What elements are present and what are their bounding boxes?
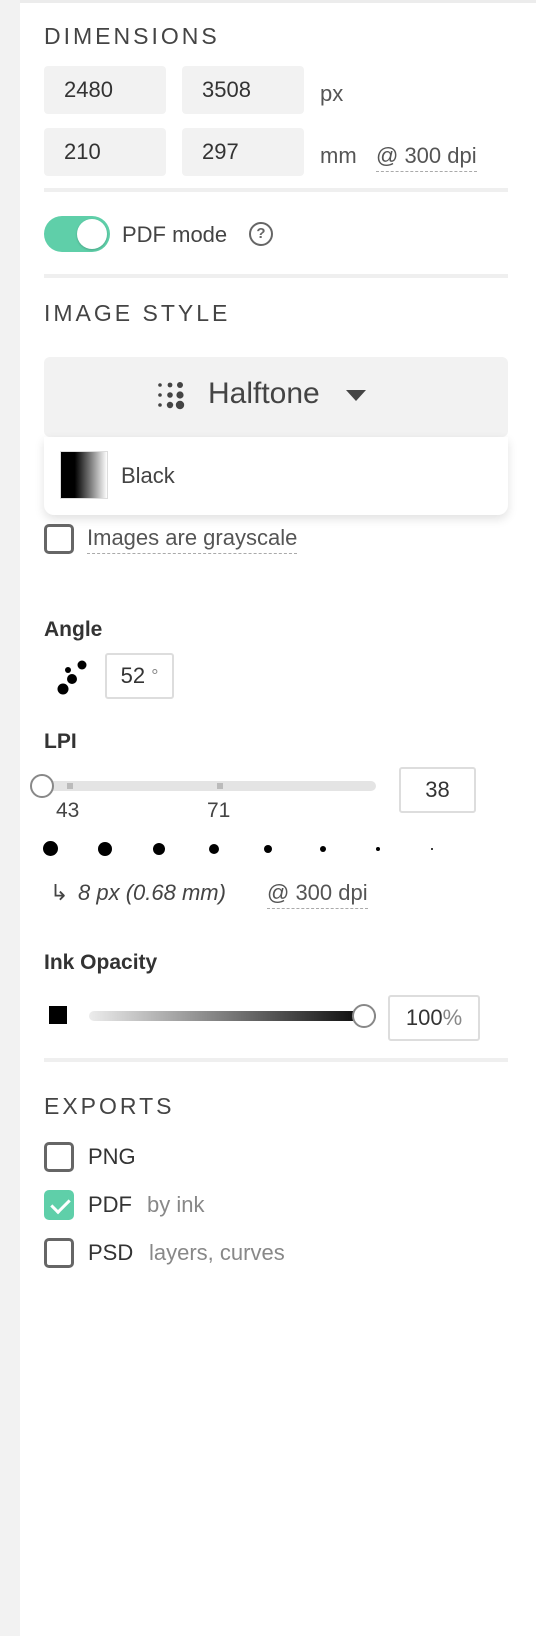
dot-size-sample <box>153 843 165 855</box>
toggle-knob <box>77 219 107 249</box>
ink-swatch-icon <box>49 1006 67 1024</box>
image-style-title: IMAGE STYLE <box>44 300 231 326</box>
export-psd-label: PSD <box>88 1240 134 1265</box>
ink-opacity-value: 100 <box>405 1005 443 1030</box>
dot-size-sample <box>376 847 380 851</box>
dimensions-title: DIMENSIONS <box>44 23 220 49</box>
dot-size-sample <box>320 846 326 852</box>
dot-size-sample <box>98 842 112 856</box>
halftone-icon <box>158 382 185 410</box>
ink-opacity-slider-track[interactable] <box>89 1011 376 1021</box>
image-style-value: Halftone <box>208 377 320 410</box>
angle-dots-icon <box>57 660 87 695</box>
dot-size-sample <box>43 841 58 856</box>
help-icon[interactable]: ? <box>249 222 273 246</box>
image-style-select[interactable]: Halftone <box>44 357 508 437</box>
grayscale-checkbox[interactable] <box>44 524 74 554</box>
percent-unit: % <box>442 1005 463 1030</box>
export-png-label: PNG <box>88 1144 136 1169</box>
ink-opacity-slider-thumb[interactable] <box>352 1004 376 1028</box>
dropdown-item-label: Black <box>121 463 175 488</box>
angle-input[interactable]: 52 ° <box>105 653 174 699</box>
angle-label: Angle <box>44 618 103 641</box>
lpi-note-arrow-icon: ↳ <box>50 880 69 905</box>
px-unit: px <box>320 81 344 106</box>
height-px-field[interactable]: 3508 <box>182 66 304 114</box>
export-png-checkbox[interactable] <box>44 1142 74 1172</box>
dot-size-sample <box>431 848 433 850</box>
lpi-slider-track[interactable] <box>42 781 376 791</box>
pdf-mode-label: PDF mode <box>122 222 228 247</box>
height-mm-field[interactable]: 297 <box>182 128 304 176</box>
divider <box>44 188 508 192</box>
mm-unit: mm <box>320 143 357 168</box>
black-swatch-icon <box>60 451 108 499</box>
lpi-input[interactable]: 38 <box>399 767 476 813</box>
ink-opacity-label: Ink Opacity <box>44 951 158 974</box>
export-pdf-sub: by ink <box>147 1192 205 1217</box>
export-pdf-label: PDF <box>88 1192 132 1217</box>
pdf-mode-toggle[interactable] <box>44 216 110 252</box>
lpi-note: 8 px (0.68 mm) <box>78 880 226 905</box>
dropdown-item-black[interactable]: Black <box>44 437 508 515</box>
divider <box>44 274 508 278</box>
export-psd-checkbox[interactable] <box>44 1238 74 1268</box>
degree-unit: ° <box>151 666 159 686</box>
image-style-dropdown: Black <box>44 437 508 515</box>
width-px-field[interactable]: 2480 <box>44 66 166 114</box>
grayscale-label[interactable]: Images are grayscale <box>87 525 298 554</box>
slider-tick <box>217 783 223 789</box>
divider <box>44 1058 508 1062</box>
width-mm-field[interactable]: 210 <box>44 128 166 176</box>
dot-size-sample <box>209 844 219 854</box>
export-psd-sub: layers, curves <box>149 1240 285 1265</box>
dot-size-sample <box>264 845 272 853</box>
settings-panel: DIMENSIONS 2480 3508 px 210 297 mm @ 300… <box>20 0 536 1636</box>
export-pdf-checkbox[interactable] <box>44 1190 74 1220</box>
slider-tick <box>67 783 73 789</box>
lpi-label: LPI <box>44 730 77 753</box>
angle-value: 52 <box>120 663 146 688</box>
caret-down-icon <box>346 390 366 401</box>
lpi-slider-thumb[interactable] <box>30 774 54 798</box>
exports-title: EXPORTS <box>44 1093 175 1119</box>
lpi-tick-label: 43 <box>56 799 80 822</box>
dimensions-dpi-link[interactable]: @ 300 dpi <box>376 143 477 172</box>
lpi-tick-label: 71 <box>207 799 231 822</box>
lpi-dpi-link[interactable]: @ 300 dpi <box>267 880 368 909</box>
ink-opacity-input[interactable]: 100% <box>388 995 480 1041</box>
